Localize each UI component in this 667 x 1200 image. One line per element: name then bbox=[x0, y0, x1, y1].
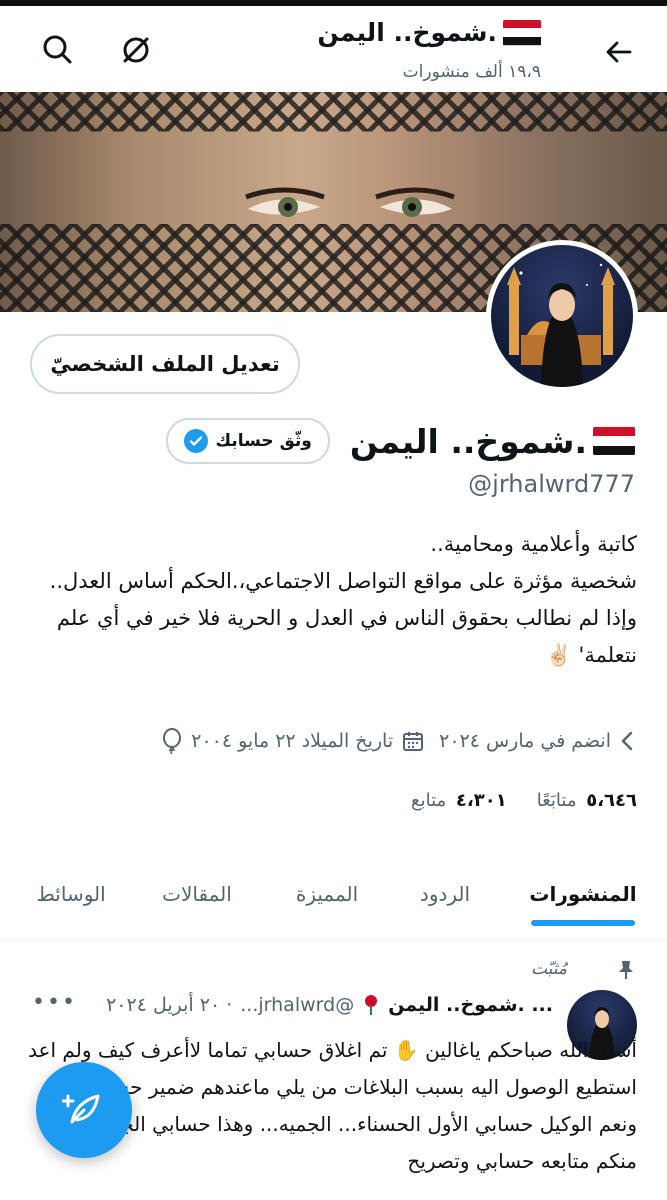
tab-posts[interactable]: المنشورات bbox=[499, 862, 667, 926]
calendar-icon bbox=[403, 732, 424, 751]
follow-stats: ٥،٦٤٦ متابَعًا ٤،٣٠١ متابع bbox=[411, 790, 637, 811]
profile-name: .شموخ.. اليمن bbox=[350, 422, 635, 461]
tab-articles[interactable]: المقالات bbox=[131, 862, 263, 926]
verify-label: وثّق حسابك bbox=[215, 431, 312, 451]
bio-line: كاتبة وأعلامية ومحامية.. bbox=[430, 532, 637, 556]
top-bar: .شموخ.. اليمن ١٩،٩ ألف منشورات bbox=[0, 0, 667, 92]
avatar-image bbox=[507, 263, 615, 387]
post-author-name[interactable]: ... .شموخ.. اليمن bbox=[388, 994, 553, 1016]
followers-link[interactable]: ٤،٣٠١ متابع bbox=[411, 790, 507, 811]
tab-replies[interactable]: الردود bbox=[391, 862, 499, 926]
profile-avatar[interactable] bbox=[486, 240, 638, 392]
post-date[interactable]: · ٢٠ أبريل ٢٠٢٤ bbox=[106, 994, 232, 1016]
pin-icon bbox=[619, 961, 633, 979]
joined-date: انضم في مارس ٢٠٢٤ bbox=[439, 730, 637, 752]
profile-handle: @jrhalwrd777 bbox=[468, 470, 635, 498]
tab-highlights[interactable]: المميزة bbox=[263, 862, 391, 926]
verified-badge-icon bbox=[183, 429, 208, 453]
bio-line: شخصية مؤثرة على مواقع التواصل الاجتماعي،… bbox=[49, 569, 637, 593]
profile-name-text: .شموخ.. اليمن bbox=[349, 421, 587, 461]
yemen-flag-icon bbox=[593, 427, 635, 455]
post-author-handle[interactable]: @jrhalwrd... bbox=[240, 994, 354, 1016]
bio-line: وإذا لم نطالب بحقوق الناس في العدل و الح… bbox=[56, 606, 637, 667]
profile-tabs: المنشورات الردود المميزة المقالات الوسائ… bbox=[0, 862, 667, 940]
header-title: .شموخ.. اليمن bbox=[317, 18, 497, 47]
birth-date: تاريخ الميلاد ٢٢ مايو ٢٠٠٤ bbox=[161, 728, 425, 754]
birthday-balloon-icon bbox=[163, 728, 182, 754]
post-header: ... .شموخ.. اليمن @jrhalwrd... · ٢٠ أبري… bbox=[106, 994, 553, 1016]
search-icon bbox=[43, 35, 72, 64]
post-more-button[interactable]: ••• bbox=[32, 990, 77, 1015]
link-off-icon bbox=[123, 37, 149, 63]
verify-account-button[interactable]: وثّق حسابك bbox=[165, 418, 330, 464]
following-link[interactable]: ٥،٦٤٦ متابَعًا bbox=[537, 790, 637, 811]
tabs-divider bbox=[0, 940, 667, 941]
link-off-button[interactable] bbox=[116, 30, 156, 70]
header-post-count: ١٩،٩ ألف منشورات bbox=[402, 62, 541, 82]
profile-bio: كاتبة وأعلامية ومحامية.. شخصية مؤثرة على… bbox=[27, 526, 637, 674]
pinned-label: مُثبّت bbox=[531, 958, 637, 980]
header-title-row: .شموخ.. اليمن bbox=[317, 18, 541, 47]
edit-profile-button[interactable]: تعديل الملف الشخصيّ bbox=[30, 334, 300, 394]
search-button[interactable] bbox=[38, 30, 78, 70]
compose-icon bbox=[62, 1094, 100, 1124]
rose-icon bbox=[365, 995, 378, 1015]
chevron-icon bbox=[621, 731, 633, 751]
back-arrow-icon bbox=[606, 41, 632, 63]
back-button[interactable] bbox=[599, 32, 639, 72]
profile-meta: انضم في مارس ٢٠٢٤ تاريخ الميلاد ٢٢ مايو … bbox=[161, 728, 637, 754]
banner-eyes bbox=[245, 187, 455, 217]
profile-name-row: .شموخ.. اليمن وثّق حسابك bbox=[165, 418, 635, 464]
compose-button[interactable] bbox=[36, 1062, 132, 1158]
yemen-flag-icon bbox=[503, 19, 541, 46]
tab-media[interactable]: الوسائط bbox=[11, 862, 131, 926]
